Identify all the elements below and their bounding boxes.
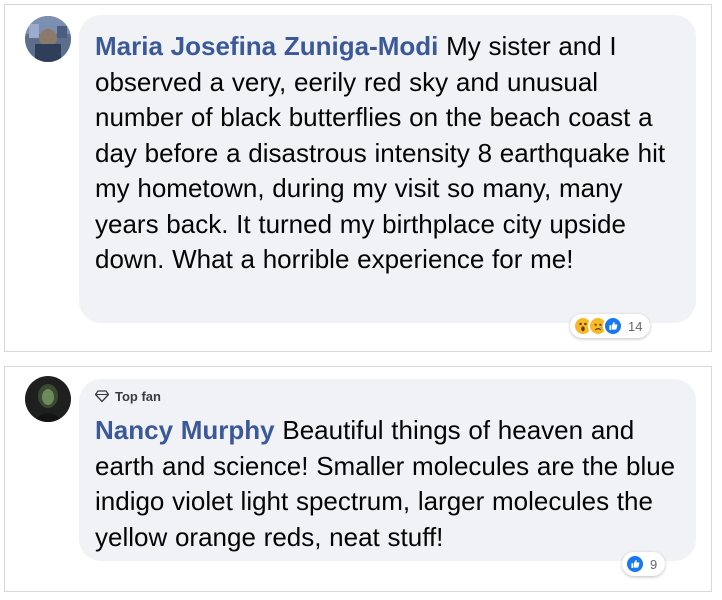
reaction-count: 9 xyxy=(650,556,658,572)
author-name[interactable]: Nancy Murphy xyxy=(95,415,275,445)
diamond-icon xyxy=(95,390,109,403)
reaction-count: 14 xyxy=(628,318,643,334)
avatar[interactable] xyxy=(25,376,71,422)
reaction-summary[interactable]: 9 xyxy=(622,552,666,576)
comment-card: Top fan Nancy Murphy Beautiful things of… xyxy=(4,366,712,592)
top-fan-badge: Top fan xyxy=(95,387,682,405)
comment-bubble: Top fan Nancy Murphy Beautiful things of… xyxy=(79,379,696,561)
top-fan-label: Top fan xyxy=(115,388,161,404)
comment-text: My sister and I observed a very, eerily … xyxy=(95,31,666,274)
comment-bubble: Maria Josefina Zuniga-Modi My sister and… xyxy=(79,15,696,323)
avatar-image xyxy=(25,376,71,422)
comment-body: Maria Josefina Zuniga-Modi My sister and… xyxy=(95,29,682,278)
avatar[interactable] xyxy=(25,16,71,62)
avatar-image xyxy=(25,16,71,62)
reaction-summary[interactable]: 14 xyxy=(570,314,651,338)
comment-card: Maria Josefina Zuniga-Modi My sister and… xyxy=(4,4,712,352)
like-icon xyxy=(625,554,645,574)
like-icon xyxy=(603,316,623,336)
author-name[interactable]: Maria Josefina Zuniga-Modi xyxy=(95,31,438,61)
comment-body: Nancy Murphy Beautiful things of heaven … xyxy=(95,413,682,555)
